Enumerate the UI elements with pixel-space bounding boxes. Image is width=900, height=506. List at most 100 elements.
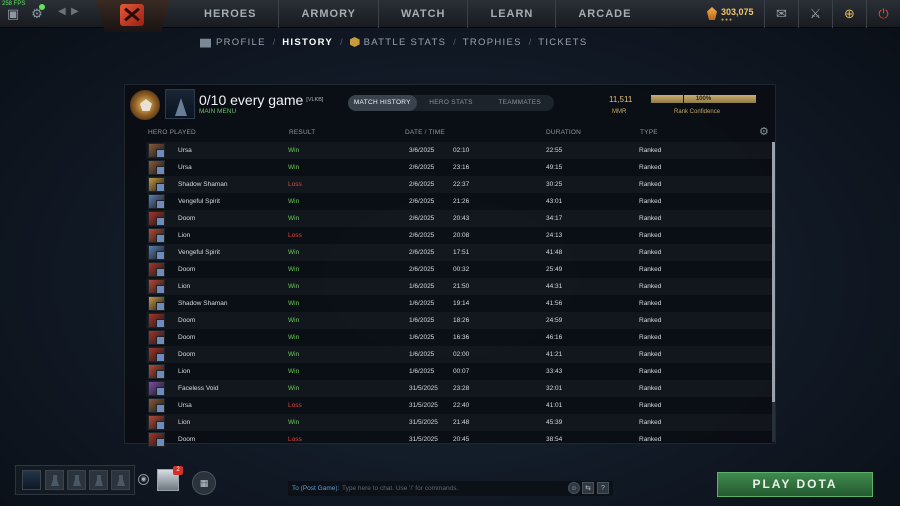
tab-match-history[interactable]: MATCH HISTORY	[348, 95, 417, 111]
hero-name: Vengeful Spirit	[178, 249, 220, 256]
table-row[interactable]: Lion Loss 2/6/2025 20:08 24:13 Ranked	[146, 227, 772, 244]
match-type: Ranked	[639, 181, 662, 188]
nav-arcade[interactable]: ARCADE	[556, 0, 653, 28]
match-date: 2/6/2025	[409, 181, 435, 188]
hero-portrait-icon	[148, 296, 165, 311]
table-row[interactable]: Lion Win 1/6/2025 21:50 44:31 Ranked	[146, 278, 772, 295]
table-row[interactable]: Shadow Shaman Loss 2/6/2025 22:37 30:25 Ranke…	[146, 176, 772, 193]
header-duration[interactable]: DURATION	[546, 129, 581, 136]
table-row[interactable]: Ursa Win 3/6/2025 02:10 22:55 Ranked	[146, 142, 772, 159]
play-dota-button[interactable]: PLAY DOTA	[717, 472, 873, 497]
hero-name: Doom	[178, 317, 196, 324]
table-row[interactable]: Vengeful Spirit Win 2/6/2025 17:51 41:48 Rank…	[146, 244, 772, 261]
table-row[interactable]: Doom Win 1/6/2025 16:36 46:16 Ranked	[146, 329, 772, 346]
player-tag: [VLKB]	[306, 97, 324, 103]
chat-settings-icon[interactable]: ⇆	[582, 482, 594, 494]
table-row[interactable]: Vengeful Spirit Win 2/6/2025 21:26 43:01 Rank…	[146, 193, 772, 210]
table-row[interactable]: Doom Win 2/6/2025 00:32 25:49 Ranked	[146, 261, 772, 278]
match-date: 1/6/2025	[409, 351, 435, 358]
nav-watch[interactable]: WATCH	[379, 0, 469, 28]
header-type[interactable]: TYPE	[640, 129, 658, 136]
chat-input[interactable]: Type here to chat. Use '/' for commands.	[342, 481, 458, 496]
header-result[interactable]: RESULT	[289, 129, 315, 136]
scrollbar-thumb[interactable]	[772, 142, 775, 402]
header-hero-played[interactable]: HERO PLAYED	[148, 129, 196, 136]
party-slot-self[interactable]	[22, 470, 41, 490]
armory-button[interactable]: ⚔	[798, 0, 832, 28]
mail-icon: ✉	[776, 6, 787, 21]
match-date: 1/6/2025	[409, 283, 435, 290]
help-button[interactable]: ?	[597, 482, 609, 494]
match-result: Loss	[288, 232, 302, 239]
rank-confidence-value: 100%	[695, 96, 712, 102]
subnav-trophies[interactable]: TROPHIES	[463, 37, 522, 48]
match-duration: 38:54	[546, 436, 563, 443]
table-row[interactable]: Ursa Loss 31/5/2025 22:40 41:01 Ranked	[146, 397, 772, 414]
history-tabs: MATCH HISTORY HERO STATS TEAMMATES	[348, 95, 554, 111]
group-finder-button[interactable]: ▦	[192, 471, 216, 495]
match-time: 16:36	[453, 334, 470, 341]
hero-name: Vengeful Spirit	[178, 198, 220, 205]
subnav-tickets[interactable]: TICKETS	[538, 37, 587, 48]
subnav-history[interactable]: HISTORY	[282, 37, 333, 48]
hero-portrait-icon	[148, 194, 165, 209]
rank-confidence-label: Rank Confidence	[674, 109, 721, 115]
match-result: Win	[288, 419, 300, 426]
tab-teammates[interactable]: TEAMMATES	[485, 95, 554, 111]
match-duration: 49:15	[546, 164, 563, 171]
shards-currency[interactable]: 303,075 ●●●	[705, 6, 765, 24]
match-duration: 24:59	[546, 317, 563, 324]
match-time: 19:14	[453, 300, 470, 307]
party-slot[interactable]	[111, 470, 130, 490]
table-row[interactable]: Doom Win 1/6/2025 18:26 24:59 Ranked	[146, 312, 772, 329]
forward-arrow-icon[interactable]: ▶	[71, 6, 79, 17]
table-row[interactable]: Faceless Void Win 31/5/2025 23:28 32:01 Ranke…	[146, 380, 772, 397]
match-time: 20:43	[453, 215, 470, 222]
chat-channel[interactable]: To (Post Game):	[292, 481, 339, 496]
subnav-profile[interactable]: PROFILE	[216, 37, 266, 48]
match-duration: 25:49	[546, 266, 563, 273]
back-arrow-icon[interactable]: ◀	[58, 6, 66, 17]
plus-icon: ⊕	[844, 6, 855, 21]
match-date: 2/6/2025	[409, 215, 435, 222]
table-row[interactable]: Doom Win 2/6/2025 20:43 34:17 Ranked	[146, 210, 772, 227]
plus-button[interactable]: ⊕	[832, 0, 866, 28]
match-time: 23:16	[453, 164, 470, 171]
match-time: 00:32	[453, 266, 470, 273]
hero-name: Ursa	[178, 402, 192, 409]
rank-medal-icon[interactable]	[130, 90, 160, 120]
tab-hero-stats[interactable]: HERO STATS	[417, 95, 486, 111]
table-row[interactable]: Lion Win 1/6/2025 00:07 33:43 Ranked	[146, 363, 772, 380]
emoji-icon[interactable]: ☺	[568, 482, 580, 494]
nav-armory[interactable]: ARMORY	[279, 0, 379, 28]
table-row[interactable]: Doom Loss 31/5/2025 20:45 38:54 Ranked	[146, 431, 772, 448]
match-type: Ranked	[639, 402, 662, 409]
match-date: 2/6/2025	[409, 164, 435, 171]
header-date-time[interactable]: DATE / TIME	[405, 129, 445, 136]
table-row[interactable]: Ursa Win 2/6/2025 23:16 49:15 Ranked	[146, 159, 772, 176]
table-row[interactable]: Shadow Shaman Win 1/6/2025 19:14 41:56 Ranked	[146, 295, 772, 312]
party-slot[interactable]	[67, 470, 86, 490]
power-button[interactable]: ⏻	[866, 0, 900, 28]
dota-logo-button[interactable]	[96, 0, 170, 32]
match-result: Loss	[288, 402, 302, 409]
person-icon	[95, 475, 103, 486]
match-time: 02:00	[453, 351, 470, 358]
table-row[interactable]: Lion Win 31/5/2025 21:48 45:39 Ranked	[146, 414, 772, 431]
hero-portrait-icon	[148, 313, 165, 328]
party-slot[interactable]	[45, 470, 64, 490]
party-slot[interactable]	[89, 470, 108, 490]
gear-icon[interactable]: ⚙	[759, 125, 769, 138]
voice-chat-icon[interactable]: ◉	[138, 474, 149, 485]
hero-portrait-icon	[148, 364, 165, 379]
player-avatar[interactable]	[165, 89, 195, 119]
nav-heroes[interactable]: HEROES	[182, 0, 280, 28]
subnav-battle-stats[interactable]: BATTLE STATS	[364, 37, 447, 48]
table-row[interactable]: Doom Win 1/6/2025 02:00 41:21 Ranked	[146, 346, 772, 363]
hero-name: Doom	[178, 266, 196, 273]
chat-bar[interactable]: To (Post Game): Type here to chat. Use '…	[288, 481, 613, 496]
mail-button[interactable]: ✉	[764, 0, 798, 28]
hero-name: Lion	[178, 419, 191, 426]
nav-learn[interactable]: LEARN	[468, 0, 557, 28]
dota-menu-icon[interactable]: ▣	[5, 6, 21, 22]
